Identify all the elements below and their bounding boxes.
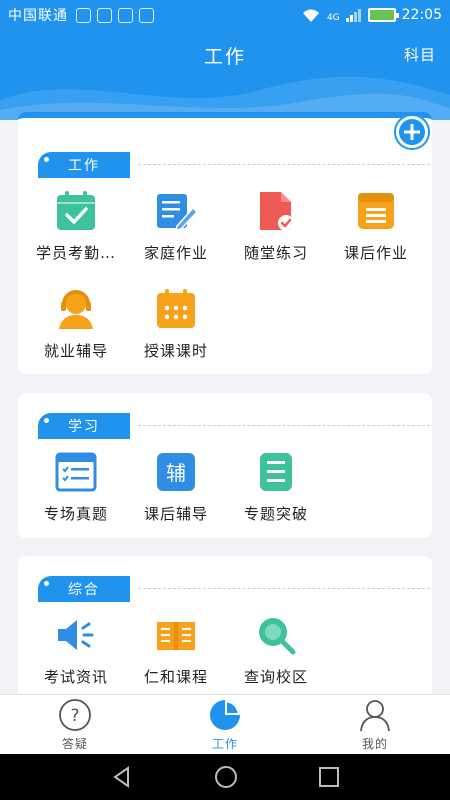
headset-person-icon (59, 290, 93, 329)
grid-item-label: 仁和课程 (143, 668, 208, 686)
grid-item-label: 专题突破 (243, 505, 308, 523)
grid-item-attendance[interactable]: 学员考勤… (26, 190, 126, 263)
signal-icon (345, 9, 361, 22)
tab-label: 我的 (361, 736, 388, 751)
grid-item-renhe-courses[interactable]: 仁和课程 (126, 614, 226, 687)
grid-item-tutoring[interactable]: 辅 课后辅导 (126, 451, 226, 524)
tab-qa[interactable]: ? 答疑 (0, 695, 150, 754)
header-wave-decoration (0, 76, 450, 120)
grid-item-label: 家庭作业 (143, 244, 208, 262)
grid-item-after-class[interactable]: 课后作业 (326, 190, 426, 263)
notification-icons (76, 7, 154, 23)
bottom-tab-bar: ? 答疑 工作 我的 (0, 694, 450, 754)
network-type: 4G (326, 13, 340, 23)
section-tag-work: 工作 (38, 152, 130, 178)
tab-mine[interactable]: 我的 (300, 695, 450, 754)
general-section-card: 综合 考试资讯 仁和课程 查询校区 (18, 556, 432, 694)
app-header: 工作 科目 (0, 30, 450, 120)
main-content[interactable]: 工作 学员考勤… 家庭作业 随堂练习 课后作业 就业辅导 授课课时 学习 专场真… (0, 112, 450, 694)
tab-work[interactable]: 工作 (150, 695, 300, 754)
recents-icon[interactable] (318, 766, 340, 788)
grid-item-class-hours[interactable]: 授课课时 (126, 288, 226, 361)
app-notification-icon (139, 7, 154, 23)
wifi-icon (302, 9, 319, 22)
grid-item-label: 考试资讯 (43, 668, 108, 686)
exam-checklist-icon (55, 452, 97, 492)
tutor-fu-icon: 辅 (157, 453, 195, 491)
topic-book-icon (260, 453, 292, 491)
grid-item-label: 专场真题 (43, 505, 108, 523)
grid-item-topic-breakthrough[interactable]: 专题突破 (226, 451, 326, 524)
plus-icon (404, 124, 420, 140)
grid-item-label: 课后作业 (343, 244, 408, 262)
question-circle-icon: ? (59, 698, 91, 731)
grid-item-find-campus[interactable]: 查询校区 (226, 614, 326, 687)
speaker-icon (58, 620, 94, 650)
grid-item-label: 授课课时 (143, 342, 208, 360)
tab-label: 答疑 (61, 736, 88, 751)
section-divider (138, 425, 430, 426)
pie-chart-icon (210, 699, 240, 730)
grid-item-label: 学员考勤… (35, 244, 116, 262)
person-icon (360, 699, 390, 731)
tab-label: 工作 (211, 736, 238, 751)
clock: 22:05 (401, 7, 442, 23)
notification-icon (76, 7, 91, 23)
after-class-list-icon (358, 193, 394, 229)
grid-item-career[interactable]: 就业辅导 (26, 288, 126, 361)
search-magnifier-icon (259, 618, 296, 655)
carrier-name: 中国联通 (8, 8, 68, 24)
svg-text:辅: 辅 (166, 461, 186, 485)
grid-item-homework[interactable]: 家庭作业 (126, 190, 226, 263)
section-tag-study: 学习 (38, 413, 130, 439)
battery-icon (367, 8, 399, 22)
status-bar: 中国联通 4G 22:05 (0, 0, 450, 30)
section-divider (138, 164, 430, 165)
grid-item-label: 随堂练习 (243, 244, 308, 262)
grid-item-label: 课后辅导 (143, 505, 208, 523)
open-book-icon (157, 622, 195, 650)
grid-item-exam-news[interactable]: 考试资讯 (26, 614, 126, 687)
study-section-card: 学习 专场真题 辅 课后辅导 专题突破 (18, 393, 432, 538)
grid-item-practice[interactable]: 随堂练习 (226, 190, 326, 263)
grid-item-label: 查询校区 (243, 668, 308, 686)
system-navigation-bar (0, 754, 450, 800)
practice-doc-icon (260, 192, 294, 231)
grid-item-exam-questions[interactable]: 专场真题 (26, 451, 126, 524)
section-tag-general: 综合 (38, 576, 130, 602)
usb-icon (97, 7, 112, 23)
grid-item-label: 就业辅导 (43, 342, 108, 360)
homework-edit-icon (157, 194, 197, 231)
svg-text:?: ? (70, 706, 79, 726)
add-button[interactable] (396, 116, 428, 148)
class-hours-calendar-icon (157, 289, 195, 328)
section-divider (138, 588, 430, 589)
back-icon[interactable] (110, 765, 134, 789)
home-icon[interactable] (214, 765, 238, 789)
attendance-calendar-icon (57, 191, 95, 230)
image-icon (118, 7, 133, 23)
work-section-card: 工作 学员考勤… 家庭作业 随堂练习 课后作业 就业辅导 授课课时 (18, 112, 432, 374)
